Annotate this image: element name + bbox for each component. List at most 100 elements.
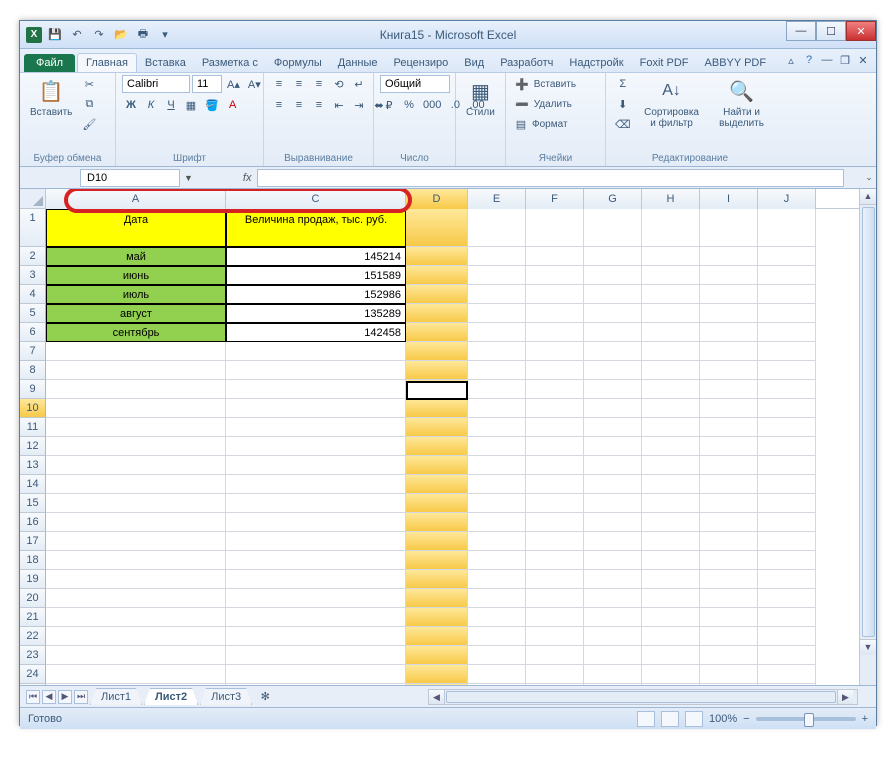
- cell[interactable]: [642, 285, 700, 304]
- cell[interactable]: [642, 323, 700, 342]
- cell[interactable]: [642, 665, 700, 684]
- cell[interactable]: [700, 209, 758, 247]
- sheet-tab-2[interactable]: Лист2: [144, 688, 198, 705]
- cell[interactable]: [226, 418, 406, 437]
- currency-icon[interactable]: ₽: [380, 96, 398, 114]
- cell[interactable]: [46, 589, 226, 608]
- cell[interactable]: [526, 551, 584, 570]
- save-icon[interactable]: 💾: [46, 26, 64, 44]
- cell[interactable]: [226, 646, 406, 665]
- cell[interactable]: [526, 247, 584, 266]
- cell[interactable]: [46, 437, 226, 456]
- cell[interactable]: [584, 304, 642, 323]
- scroll-right-icon[interactable]: ▶: [837, 690, 853, 704]
- font-name-select[interactable]: Calibri: [122, 75, 190, 93]
- cell[interactable]: [700, 361, 758, 380]
- tab-review[interactable]: Рецензиро: [386, 54, 457, 72]
- cell[interactable]: [526, 608, 584, 627]
- cell[interactable]: [642, 380, 700, 399]
- doc-close-icon[interactable]: ✕: [856, 53, 870, 67]
- cell[interactable]: [584, 418, 642, 437]
- cell[interactable]: [526, 475, 584, 494]
- cell[interactable]: [46, 361, 226, 380]
- cell[interactable]: [46, 418, 226, 437]
- cell[interactable]: [700, 551, 758, 570]
- row-header[interactable]: 14: [20, 475, 46, 494]
- cell[interactable]: [758, 399, 816, 418]
- cell[interactable]: [642, 304, 700, 323]
- delete-cells-icon[interactable]: ➖: [512, 95, 532, 113]
- paste-button[interactable]: 📋 Вставить: [26, 75, 76, 120]
- cell[interactable]: июль: [46, 285, 226, 304]
- col-header-j[interactable]: J: [758, 189, 816, 209]
- cell[interactable]: [406, 513, 468, 532]
- row-header[interactable]: 13: [20, 456, 46, 475]
- col-header-a[interactable]: A: [46, 189, 226, 209]
- cell[interactable]: [642, 247, 700, 266]
- zoom-slider[interactable]: [756, 717, 856, 721]
- cell[interactable]: [758, 342, 816, 361]
- zoom-out-icon[interactable]: −: [743, 713, 749, 725]
- view-pagebreak-icon[interactable]: [685, 711, 703, 727]
- cell[interactable]: [46, 456, 226, 475]
- cell[interactable]: [758, 380, 816, 399]
- cell[interactable]: 142458: [226, 323, 406, 342]
- cell[interactable]: [584, 437, 642, 456]
- tab-file[interactable]: Файл: [24, 54, 75, 72]
- indent-inc-icon[interactable]: ⇥: [350, 96, 368, 114]
- cell[interactable]: [226, 342, 406, 361]
- cell[interactable]: [758, 456, 816, 475]
- cell[interactable]: [526, 437, 584, 456]
- cell[interactable]: [758, 209, 816, 247]
- prev-sheet-icon[interactable]: ◀: [42, 690, 56, 704]
- align-right-icon[interactable]: ≡: [310, 96, 328, 114]
- tab-view[interactable]: Вид: [456, 54, 492, 72]
- cell[interactable]: [584, 285, 642, 304]
- cell[interactable]: [46, 570, 226, 589]
- cell[interactable]: [526, 513, 584, 532]
- cell[interactable]: [406, 418, 468, 437]
- col-header-d[interactable]: D: [406, 189, 468, 209]
- row-header[interactable]: 5: [20, 304, 46, 323]
- cell[interactable]: [758, 589, 816, 608]
- cell[interactable]: [642, 570, 700, 589]
- orientation-icon[interactable]: ⟲: [330, 75, 348, 93]
- cell[interactable]: [226, 456, 406, 475]
- first-sheet-icon[interactable]: ⏮: [26, 690, 40, 704]
- cell[interactable]: [226, 665, 406, 684]
- cell[interactable]: [526, 323, 584, 342]
- cell[interactable]: [226, 532, 406, 551]
- cell[interactable]: [700, 323, 758, 342]
- bold-button[interactable]: Ж: [122, 96, 140, 114]
- doc-minimize-icon[interactable]: —: [820, 53, 834, 67]
- cell[interactable]: [700, 304, 758, 323]
- cell[interactable]: [226, 551, 406, 570]
- cell[interactable]: [758, 665, 816, 684]
- namebox-dropdown-icon[interactable]: ▼: [184, 173, 193, 183]
- cell[interactable]: [406, 646, 468, 665]
- hscroll-thumb[interactable]: [446, 691, 836, 703]
- row-header[interactable]: 8: [20, 361, 46, 380]
- cell[interactable]: [406, 494, 468, 513]
- cell[interactable]: [758, 627, 816, 646]
- cell[interactable]: [584, 532, 642, 551]
- maximize-button[interactable]: ☐: [816, 21, 846, 41]
- cell[interactable]: [46, 551, 226, 570]
- row-header[interactable]: 3: [20, 266, 46, 285]
- cell[interactable]: [226, 380, 406, 399]
- col-header-i[interactable]: I: [700, 189, 758, 209]
- cell[interactable]: [468, 361, 526, 380]
- col-header-e[interactable]: E: [468, 189, 526, 209]
- cell[interactable]: [406, 380, 468, 399]
- cell[interactable]: 145214: [226, 247, 406, 266]
- row-header[interactable]: 4: [20, 285, 46, 304]
- cell[interactable]: [758, 285, 816, 304]
- cell[interactable]: [46, 494, 226, 513]
- row-header[interactable]: 16: [20, 513, 46, 532]
- cell[interactable]: [468, 418, 526, 437]
- wrap-text-icon[interactable]: ↵: [350, 75, 368, 93]
- last-sheet-icon[interactable]: ⏭: [74, 690, 88, 704]
- cell[interactable]: [406, 247, 468, 266]
- fill-icon[interactable]: ⬇: [612, 95, 634, 113]
- align-left-icon[interactable]: ≡: [270, 96, 288, 114]
